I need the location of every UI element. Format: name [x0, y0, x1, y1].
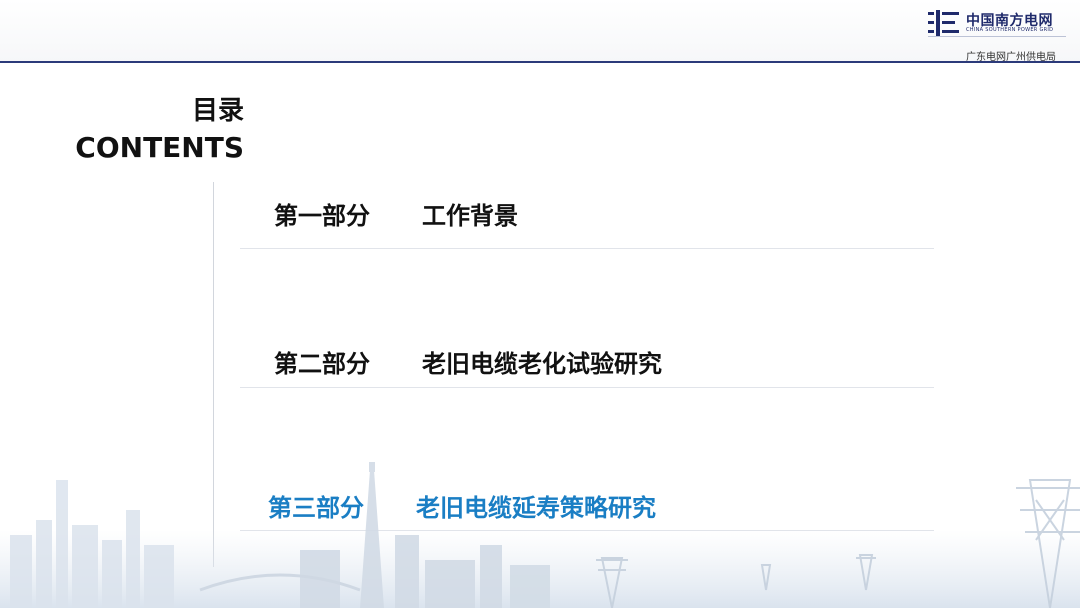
- toc-item-part: 第一部分: [274, 202, 370, 230]
- toc-item-title: 老旧电缆老化试验研究: [422, 350, 662, 378]
- header-rule: [0, 61, 1080, 63]
- toc-title-en: CONTENTS: [75, 131, 244, 164]
- toc-item-rule: [240, 248, 934, 249]
- header-band: [0, 0, 1080, 62]
- logo-divider: [928, 36, 1066, 37]
- logo-subtitle: 广东电网广州供电局: [966, 52, 1056, 63]
- toc-item-rule: [240, 387, 934, 388]
- toc-item-2[interactable]: 第二部分 老旧电缆老化试验研究: [240, 344, 934, 384]
- csg-logo-icon: [928, 10, 959, 36]
- toc-item-part: 第二部分: [274, 350, 370, 378]
- toc-item-title: 工作背景: [422, 202, 518, 230]
- city-skyline-illustration: [0, 462, 1080, 608]
- logo-name-en: CHINA SOUTHERN POWER GRID: [966, 27, 1054, 33]
- company-logo: 中国南方电网 CHINA SOUTHERN POWER GRID 广东电网广州供…: [928, 8, 1068, 63]
- toc-title-cn: 目录: [191, 96, 244, 126]
- toc-item-1[interactable]: 第一部分 工作背景: [240, 196, 934, 236]
